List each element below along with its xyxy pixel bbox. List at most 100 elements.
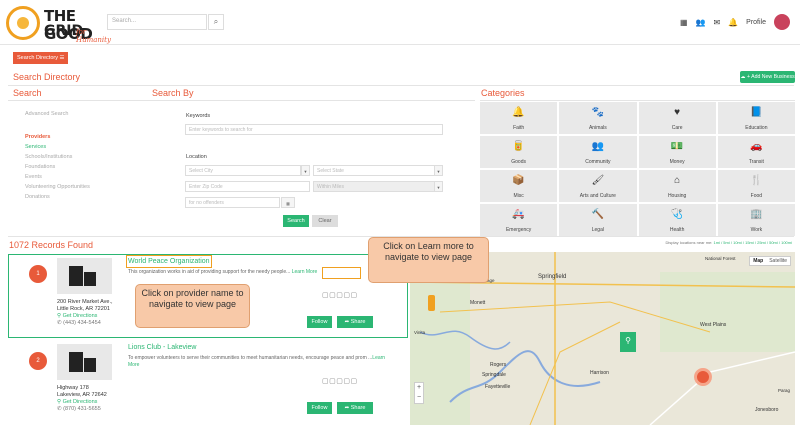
chevron-down-icon[interactable]: ▼ xyxy=(434,165,443,176)
keywords-label: Keywords xyxy=(186,113,211,119)
zoom-out-icon[interactable]: − xyxy=(415,393,423,403)
category-label: Emergency xyxy=(505,227,532,233)
keywords-input[interactable]: Enter keywords to search for xyxy=(185,124,443,135)
listing-thumbnail[interactable] xyxy=(57,258,112,294)
rating-stars: ▢▢▢▢▢ xyxy=(322,292,358,299)
learn-more-link[interactable]: Learn More xyxy=(292,269,318,275)
get-directions-link[interactable]: ⚲ Get Directions xyxy=(57,313,113,320)
zoom-in-icon[interactable]: + xyxy=(415,383,423,393)
category-food[interactable]: 🍴 Food xyxy=(717,170,795,202)
category-emergency[interactable]: 🚑 Emergency xyxy=(480,204,558,236)
keypad-icon[interactable]: ▦ xyxy=(281,197,295,208)
category-transit[interactable]: 🚗 Transit xyxy=(717,136,795,168)
divider xyxy=(8,85,794,86)
community-icon: 👥 xyxy=(591,141,605,152)
sidebar-item-volunteering[interactable]: Volunteering Opportunities xyxy=(25,184,90,190)
category-faith[interactable]: 🔔 Faith xyxy=(480,102,558,134)
map-type-map[interactable]: Map xyxy=(750,257,766,265)
map-marker-icon[interactable]: ⚲ xyxy=(620,332,636,352)
category-arts-and-culture[interactable]: 🖌 Arts and Culture xyxy=(559,170,637,202)
address-line1: Highway 178 xyxy=(57,385,89,391)
chevron-down-icon[interactable]: ▼ xyxy=(434,181,443,192)
category-community[interactable]: 👥 Community xyxy=(559,136,637,168)
category-legal[interactable]: 🔨 Legal xyxy=(559,204,637,236)
street-view-icon[interactable] xyxy=(428,295,435,311)
chevron-down-icon[interactable]: ▼ xyxy=(301,165,310,176)
category-label: Arts and Culture xyxy=(579,193,616,199)
search-icon[interactable]: ⌕ xyxy=(208,14,224,30)
category-label: Money xyxy=(669,159,685,165)
map-label: Springdale xyxy=(482,372,506,378)
category-housing[interactable]: ⌂ Housing xyxy=(638,170,716,202)
miles-select[interactable]: Within Miles xyxy=(313,181,435,192)
page-title: Search Directory xyxy=(13,72,81,82)
category-label: Goods xyxy=(511,159,526,165)
get-directions-link[interactable]: ⚲ Get Directions xyxy=(57,399,107,406)
category-label: Education xyxy=(745,125,768,131)
phone-icon: ✆ xyxy=(57,320,62,326)
near-distances[interactable]: 1mi / 5mi / 10mi / 15mi / 25mi / 50mi / … xyxy=(714,240,792,245)
search-directory-button[interactable]: Search Directory ☰ xyxy=(13,52,69,64)
address-line2: Little Rock, AR 72201 xyxy=(57,306,110,312)
category-work[interactable]: 🏢 Work xyxy=(717,204,795,236)
sidebar-item-donations[interactable]: Donations xyxy=(25,194,90,200)
provider-name-link[interactable]: Lions Club - Lakeview xyxy=(128,344,196,351)
sidebar-item-services[interactable]: Services xyxy=(25,144,90,150)
divider xyxy=(480,100,795,101)
sidebar-item-schools[interactable]: Schools/Institutions xyxy=(25,154,90,160)
category-money[interactable]: 💵 Money xyxy=(638,136,716,168)
zip-input[interactable]: Enter Zip Code xyxy=(185,181,310,192)
avatar[interactable] xyxy=(774,14,790,30)
categories-heading: Categories xyxy=(481,88,525,98)
sidebar-item-providers[interactable]: Providers xyxy=(25,134,90,140)
category-health[interactable]: 🩺 Health xyxy=(638,204,716,236)
book-icon: 📘 xyxy=(750,107,763,118)
search-heading: Search xyxy=(13,88,42,98)
map-label: Harrison xyxy=(590,370,609,376)
follow-button[interactable]: Follow xyxy=(307,316,332,328)
city-select[interactable]: Select City xyxy=(185,165,301,176)
search-input[interactable]: Search... xyxy=(107,14,207,30)
bell-icon: 🔔 xyxy=(512,107,525,118)
logo[interactable]: THE GOOD GRID for Humanity xyxy=(6,6,111,44)
map-label: Monett xyxy=(470,300,486,306)
description-text: To empower volunteers to serve their com… xyxy=(128,355,373,361)
location-label: Location xyxy=(186,154,207,160)
share-button[interactable]: ➦ Share xyxy=(337,402,373,414)
category-care[interactable]: ♥ Care xyxy=(638,102,716,134)
brush-icon: 🖌 xyxy=(591,175,605,186)
category-label: Work xyxy=(750,227,763,233)
share-button[interactable]: ➦ Share xyxy=(337,316,373,328)
map-label: Parag xyxy=(778,388,791,393)
category-misc[interactable]: 📦 Misc xyxy=(480,170,558,202)
state-select[interactable]: Select State xyxy=(313,165,435,176)
map-cluster-icon[interactable] xyxy=(694,368,712,386)
listing-address: 200 River Market Ave., Little Rock, AR 7… xyxy=(57,299,113,327)
category-education[interactable]: 📘 Education xyxy=(717,102,795,134)
map-label: Springfield xyxy=(538,274,567,280)
listing-thumbnail[interactable] xyxy=(57,344,112,380)
users-icon[interactable]: 👥 xyxy=(696,18,706,27)
gavel-icon: 🔨 xyxy=(591,209,605,220)
category-animals[interactable]: 🐾 Animals xyxy=(559,102,637,134)
profile-link[interactable]: Profile xyxy=(746,19,766,26)
sidebar-item-advanced[interactable]: Advanced Search xyxy=(25,111,90,117)
bell-icon[interactable]: 🔔 xyxy=(728,18,738,27)
tooltip-provider-name: Click on provider name to navigate to vi… xyxy=(135,284,250,328)
clear-button[interactable]: Clear xyxy=(312,215,338,227)
grid-icon[interactable]: ▦ xyxy=(680,18,688,27)
sidebar-item-events[interactable]: Events xyxy=(25,174,90,180)
offenders-input[interactable]: for no offenders xyxy=(185,197,280,208)
address-line2: Lakeview, AR 72642 xyxy=(57,392,107,398)
building-icon: 🏢 xyxy=(750,209,763,220)
search-button[interactable]: Search xyxy=(283,215,309,227)
mail-icon[interactable]: ✉ xyxy=(713,18,720,27)
add-business-button[interactable]: ☁ + Add New Business xyxy=(740,71,795,83)
top-header: THE GOOD GRID for Humanity Search... ⌕ ▦… xyxy=(0,0,800,45)
follow-button[interactable]: Follow xyxy=(307,402,332,414)
map-type-toggle: Map Satellite xyxy=(749,256,791,266)
highlight-learn-more xyxy=(322,267,361,279)
category-goods[interactable]: 🥫 Goods xyxy=(480,136,558,168)
sidebar-item-foundations[interactable]: Foundations xyxy=(25,164,90,170)
map-type-satellite[interactable]: Satellite xyxy=(766,257,790,265)
